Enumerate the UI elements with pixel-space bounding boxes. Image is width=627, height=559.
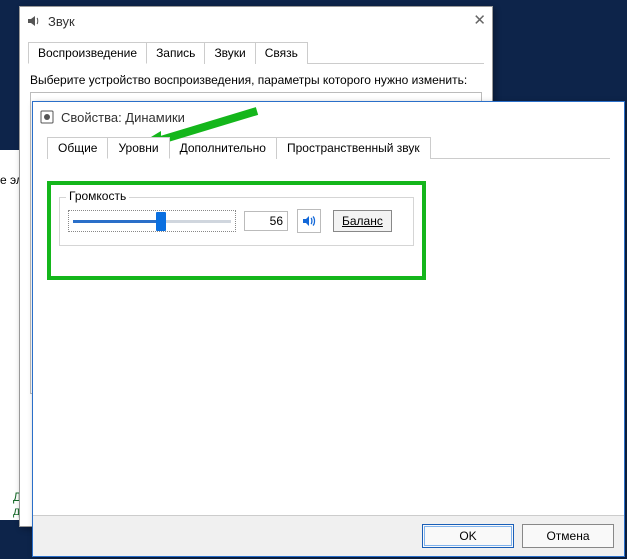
tab-playback[interactable]: Воспроизведение — [28, 42, 147, 64]
volume-group: Громкость 56 Ба — [59, 197, 414, 246]
dialog-button-bar: OK Отмена — [33, 515, 624, 556]
cancel-button[interactable]: Отмена — [522, 524, 614, 548]
tab-general[interactable]: Общие — [47, 137, 108, 159]
ok-button[interactable]: OK — [422, 524, 514, 548]
slider-thumb[interactable] — [156, 212, 166, 231]
background-sidebar-fragment — [0, 150, 21, 520]
speaker-on-icon — [301, 213, 317, 229]
tab-recording[interactable]: Запись — [146, 42, 205, 64]
volume-slider[interactable] — [68, 210, 236, 232]
sound-window-titlebar[interactable]: Звук ✕ — [20, 7, 492, 35]
speaker-props-icon — [39, 109, 55, 125]
props-tabstrip: Общие Уровни Дополнительно Пространствен… — [47, 136, 610, 159]
tab-advanced[interactable]: Дополнительно — [169, 137, 277, 159]
balance-button[interactable]: Баланс — [333, 210, 392, 232]
highlight-box: Громкость 56 Ба — [47, 181, 426, 280]
props-window-titlebar[interactable]: Свойства: Динамики — [33, 102, 624, 132]
tab-spatial[interactable]: Пространственный звук — [276, 137, 431, 159]
instruction-text: Выберите устройство воспроизведения, пар… — [30, 72, 482, 88]
speaker-properties-window: Свойства: Динамики Общие Уровни Дополнит… — [32, 101, 625, 557]
props-window-title: Свойства: Динамики — [61, 110, 185, 125]
tab-sounds[interactable]: Звуки — [204, 42, 255, 64]
tab-levels[interactable]: Уровни — [107, 137, 169, 159]
sound-tabstrip: Воспроизведение Запись Звуки Связь — [28, 41, 484, 64]
tab-communications[interactable]: Связь — [255, 42, 308, 64]
close-icon[interactable]: ✕ — [473, 11, 486, 29]
volume-group-label: Громкость — [66, 189, 129, 203]
mute-button[interactable] — [297, 209, 321, 233]
volume-value[interactable]: 56 — [244, 211, 288, 231]
speaker-icon — [26, 13, 42, 29]
sound-window-title: Звук — [48, 14, 75, 29]
